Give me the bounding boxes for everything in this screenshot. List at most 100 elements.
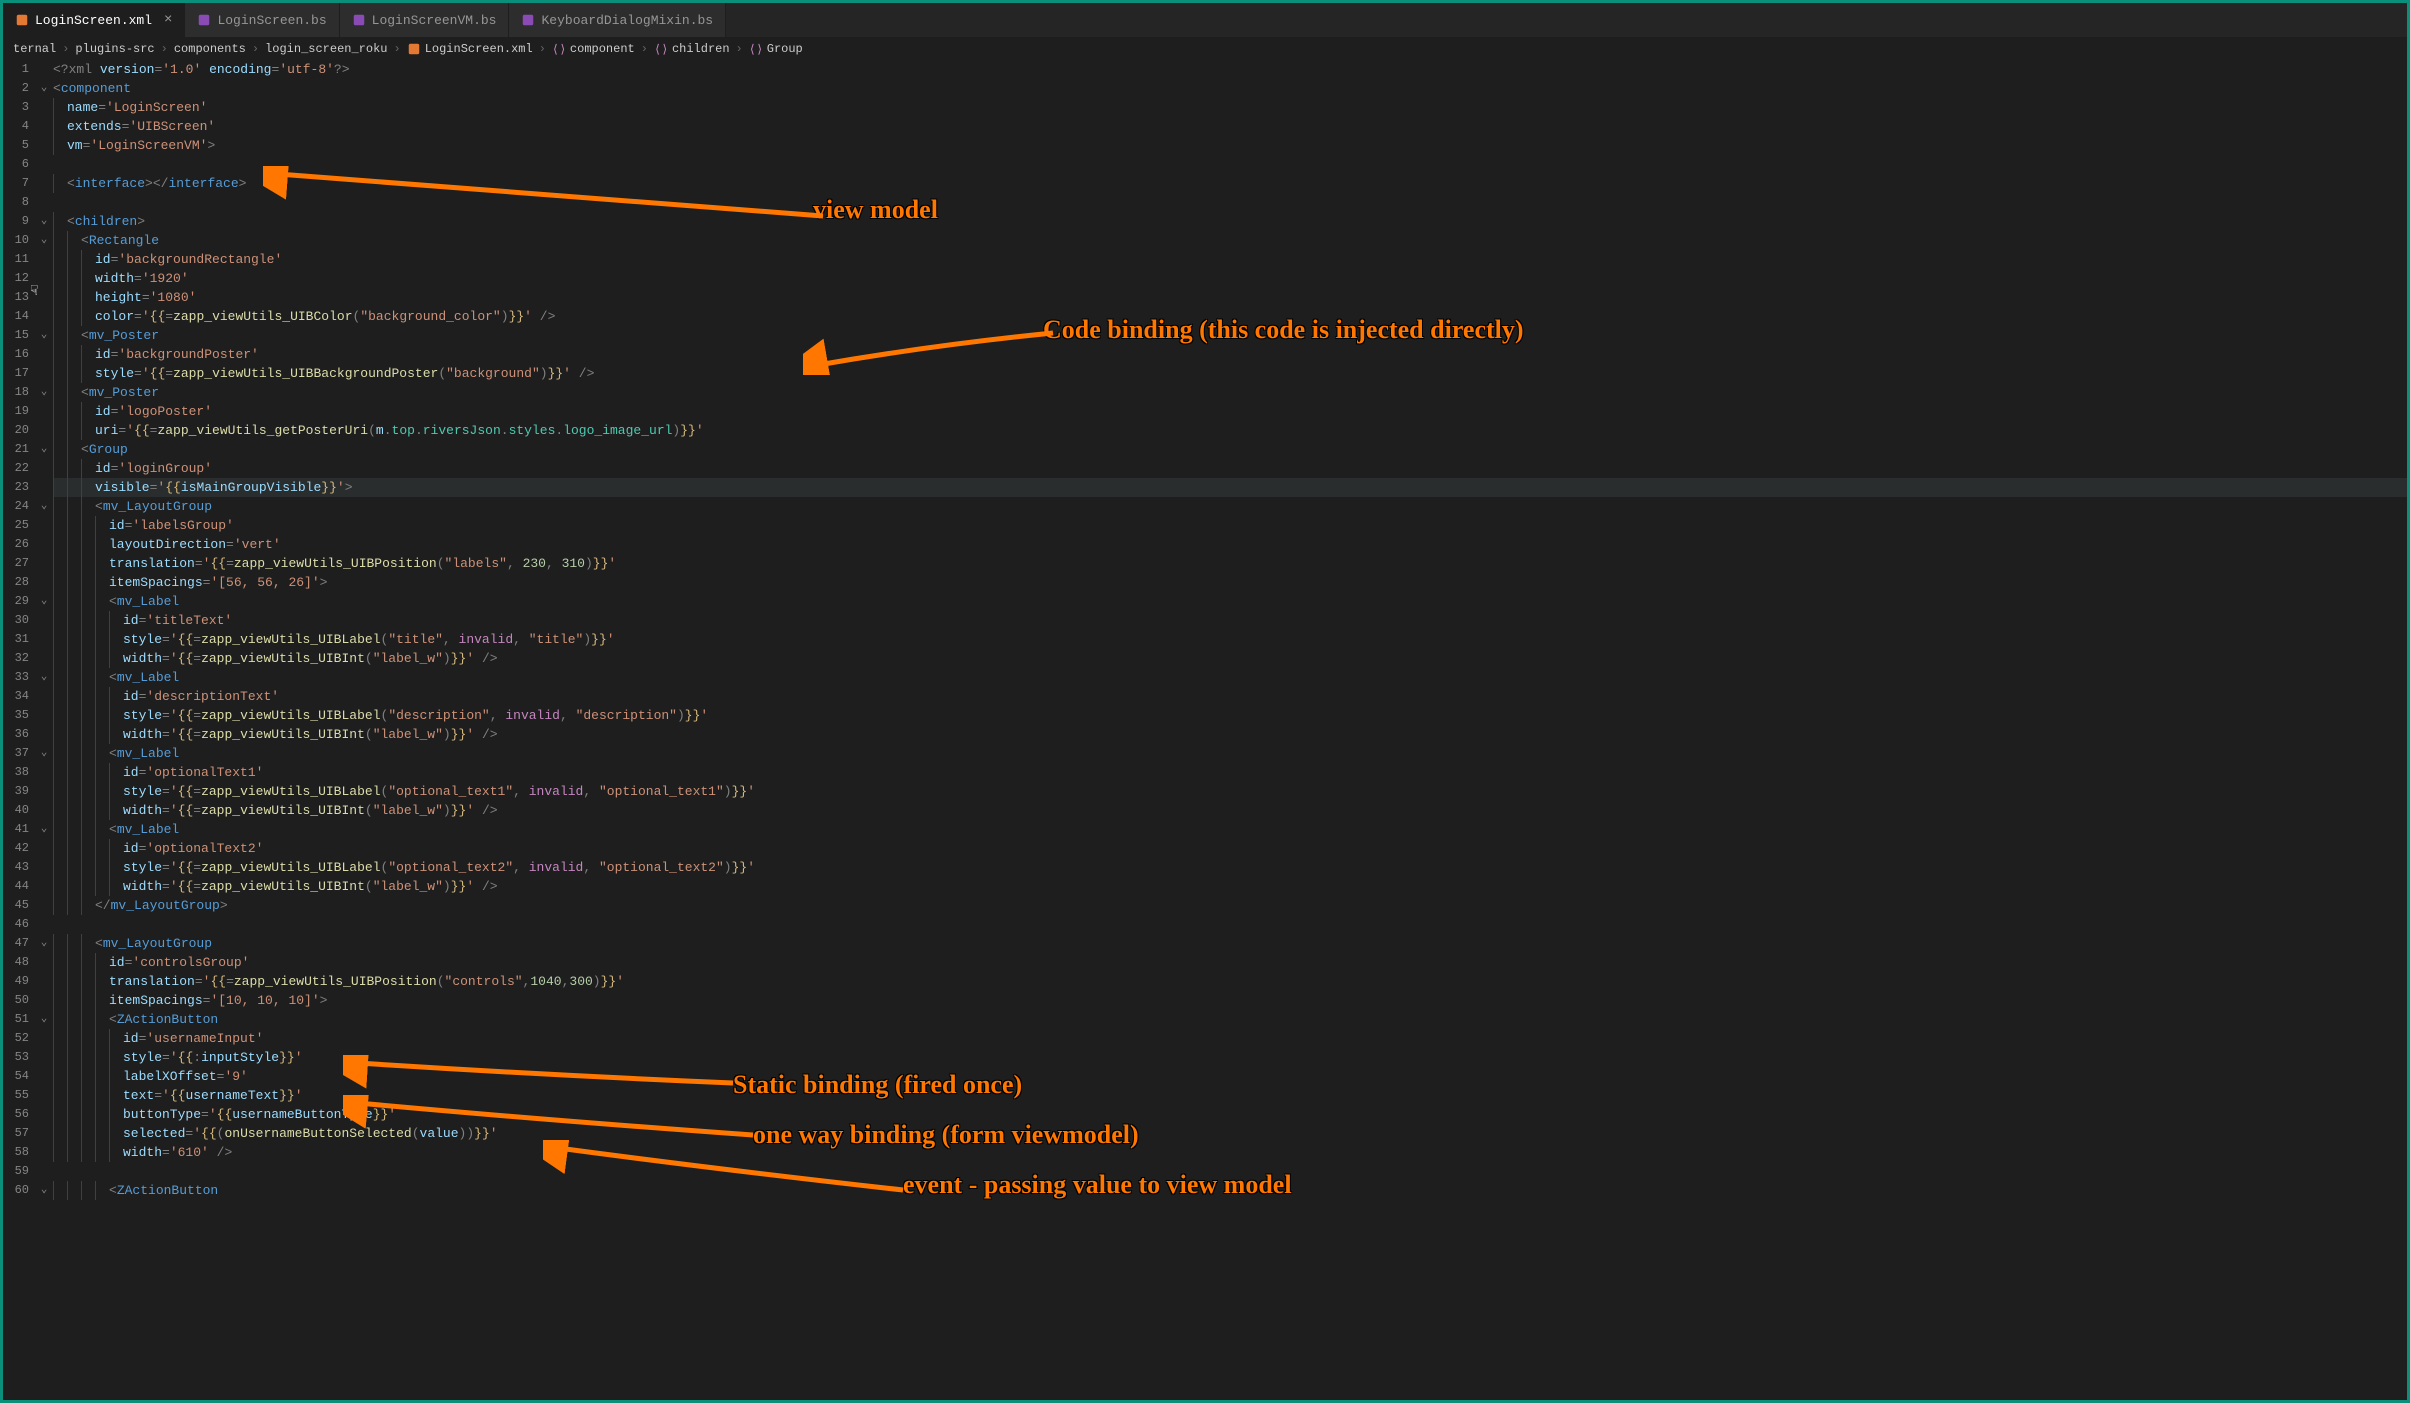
code-line[interactable]	[53, 915, 2407, 934]
line-number: 34	[3, 687, 29, 706]
code-line[interactable]: vm='LoginScreenVM'>	[53, 136, 2407, 155]
tab-keyboarddialogmixin-bs[interactable]: KeyboardDialogMixin.bs	[509, 3, 726, 37]
code-editor[interactable]: 1234567891011121314151617181920212223242…	[3, 60, 2407, 1200]
line-number: 50	[3, 991, 29, 1010]
line-number-gutter: 1234567891011121314151617181920212223242…	[3, 60, 35, 1200]
code-line[interactable]: selected='{{(onUsernameButtonSelected(va…	[53, 1124, 2407, 1143]
code-line[interactable]: name='LoginScreen'	[53, 98, 2407, 117]
code-line[interactable]: color='{{=zapp_viewUtils_UIBColor("backg…	[53, 307, 2407, 326]
code-line[interactable]: visible='{{isMainGroupVisible}}'>	[53, 478, 2407, 497]
breadcrumb-item[interactable]: login_screen_roku	[265, 42, 387, 56]
code-line[interactable]: itemSpacings='[56, 56, 26]'>	[53, 573, 2407, 592]
fold-chevron-icon[interactable]: ⌄	[35, 668, 53, 687]
fold-chevron-icon[interactable]: ⌄	[35, 212, 53, 231]
tab-loginscreenvm-bs[interactable]: LoginScreenVM.bs	[340, 3, 510, 37]
code-line[interactable]: style='{{=zapp_viewUtils_UIBLabel("descr…	[53, 706, 2407, 725]
code-content[interactable]: view model Code binding (this code is in…	[53, 60, 2407, 1200]
tab-loginscreen-bs[interactable]: LoginScreen.bs	[185, 3, 339, 37]
code-line[interactable]: width='1920'	[53, 269, 2407, 288]
code-line[interactable]: extends='UIBScreen'	[53, 117, 2407, 136]
code-line[interactable]: <Rectangle	[53, 231, 2407, 250]
code-line[interactable]: <?xml version='1.0' encoding='utf-8'?>	[53, 60, 2407, 79]
code-line[interactable]: style='{{=zapp_viewUtils_UIBLabel("optio…	[53, 858, 2407, 877]
code-line[interactable]: <ZActionButton	[53, 1010, 2407, 1029]
code-line[interactable]	[53, 155, 2407, 174]
code-line[interactable]: width='{{=zapp_viewUtils_UIBInt("label_w…	[53, 801, 2407, 820]
code-line[interactable]: <interface></interface>	[53, 174, 2407, 193]
fold-gutter[interactable]: ⌄⌄⌄⌄⌄⌄⌄⌄⌄⌄⌄⌄⌄⌄	[35, 60, 53, 1200]
code-line[interactable]: <children>	[53, 212, 2407, 231]
code-line[interactable]: style='{{=zapp_viewUtils_UIBLabel("optio…	[53, 782, 2407, 801]
fold-chevron-icon[interactable]: ⌄	[35, 79, 53, 98]
code-line[interactable]: height='1080'	[53, 288, 2407, 307]
code-line[interactable]: id='descriptionText'	[53, 687, 2407, 706]
code-line[interactable]: style='{{:inputStyle}}'	[53, 1048, 2407, 1067]
tab-loginscreen-xml[interactable]: LoginScreen.xml ×	[3, 3, 185, 37]
code-line[interactable]: id='backgroundPoster'	[53, 345, 2407, 364]
fold-chevron-icon[interactable]: ⌄	[35, 1181, 53, 1200]
breadcrumb-item[interactable]: plugins-src	[75, 42, 154, 56]
fold-chevron-icon[interactable]: ⌄	[35, 1010, 53, 1029]
fold-chevron-icon[interactable]: ⌄	[35, 820, 53, 839]
code-line[interactable]: <mv_Poster	[53, 326, 2407, 345]
code-line[interactable]: width='{{=zapp_viewUtils_UIBInt("label_w…	[53, 725, 2407, 744]
breadcrumb-item[interactable]: components	[174, 42, 246, 56]
code-line[interactable]: id='labelsGroup'	[53, 516, 2407, 535]
code-line[interactable]: <mv_Label	[53, 668, 2407, 687]
fold-chevron-icon	[35, 991, 53, 1010]
code-line[interactable]: id='usernameInput'	[53, 1029, 2407, 1048]
code-line[interactable]: width='{{=zapp_viewUtils_UIBInt("label_w…	[53, 877, 2407, 896]
code-line[interactable]: translation='{{=zapp_viewUtils_UIBPositi…	[53, 554, 2407, 573]
code-line[interactable]: <component	[53, 79, 2407, 98]
code-line[interactable]: <mv_LayoutGroup	[53, 497, 2407, 516]
code-line[interactable]: id='titleText'	[53, 611, 2407, 630]
fold-chevron-icon[interactable]: ⌄	[35, 592, 53, 611]
code-line[interactable]: style='{{=zapp_viewUtils_UIBLabel("title…	[53, 630, 2407, 649]
breadcrumb-item[interactable]: children	[672, 42, 730, 56]
code-line[interactable]	[53, 1162, 2407, 1181]
fold-chevron-icon	[35, 1029, 53, 1048]
code-line[interactable]: </mv_LayoutGroup>	[53, 896, 2407, 915]
code-line[interactable]: id='backgroundRectangle'	[53, 250, 2407, 269]
code-line[interactable]: labelXOffset='9'	[53, 1067, 2407, 1086]
code-line[interactable]: <mv_LayoutGroup	[53, 934, 2407, 953]
code-line[interactable]: <mv_Label	[53, 820, 2407, 839]
breadcrumb-item[interactable]: component	[570, 42, 635, 56]
code-line[interactable]: text='{{usernameText}}'	[53, 1086, 2407, 1105]
tab-label: LoginScreenVM.bs	[372, 13, 497, 28]
breadcrumb-item[interactable]: LoginScreen.xml	[425, 42, 533, 56]
code-line[interactable]: id='logoPoster'	[53, 402, 2407, 421]
code-line[interactable]: width='610' />	[53, 1143, 2407, 1162]
code-line[interactable]: itemSpacings='[10, 10, 10]'>	[53, 991, 2407, 1010]
code-line[interactable]: id='optionalText2'	[53, 839, 2407, 858]
fold-chevron-icon[interactable]: ⌄	[35, 231, 53, 250]
code-line[interactable]: <Group	[53, 440, 2407, 459]
fold-chevron-icon[interactable]: ⌄	[35, 383, 53, 402]
code-line[interactable]: <mv_Label	[53, 592, 2407, 611]
fold-chevron-icon[interactable]: ⌄	[35, 440, 53, 459]
code-line[interactable]: uri='{{=zapp_viewUtils_getPosterUri(m.to…	[53, 421, 2407, 440]
breadcrumb-item[interactable]: Group	[767, 42, 803, 56]
line-number: 29	[3, 592, 29, 611]
fold-chevron-icon[interactable]: ⌄	[35, 497, 53, 516]
code-line[interactable]: layoutDirection='vert'	[53, 535, 2407, 554]
line-number: 14	[3, 307, 29, 326]
code-line[interactable]: <mv_Poster	[53, 383, 2407, 402]
chevron-right-icon: ›	[736, 42, 743, 56]
fold-chevron-icon[interactable]: ⌄	[35, 934, 53, 953]
breadcrumb-item[interactable]: ternal	[13, 42, 56, 56]
close-icon[interactable]: ×	[164, 12, 172, 28]
code-line[interactable]: style='{{=zapp_viewUtils_UIBBackgroundPo…	[53, 364, 2407, 383]
code-line[interactable]: width='{{=zapp_viewUtils_UIBInt("label_w…	[53, 649, 2407, 668]
brace-icon: ⟨⟩	[552, 42, 566, 56]
code-line[interactable]	[53, 193, 2407, 212]
code-line[interactable]: <ZActionButton	[53, 1181, 2407, 1200]
code-line[interactable]: <mv_Label	[53, 744, 2407, 763]
code-line[interactable]: translation='{{=zapp_viewUtils_UIBPositi…	[53, 972, 2407, 991]
fold-chevron-icon[interactable]: ⌄	[35, 326, 53, 345]
code-line[interactable]: id='controlsGroup'	[53, 953, 2407, 972]
fold-chevron-icon[interactable]: ⌄	[35, 744, 53, 763]
code-line[interactable]: buttonType='{{usernameButtonType}}'	[53, 1105, 2407, 1124]
code-line[interactable]: id='loginGroup'	[53, 459, 2407, 478]
code-line[interactable]: id='optionalText1'	[53, 763, 2407, 782]
